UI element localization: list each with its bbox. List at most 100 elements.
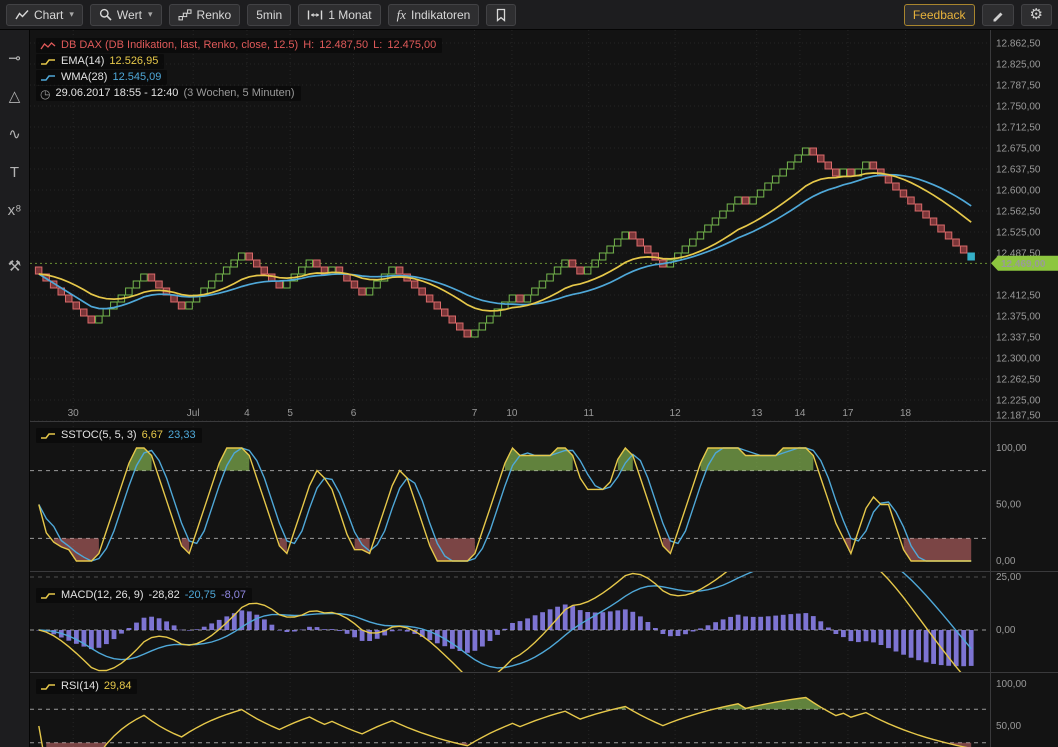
top-toolbar: Chart ▾ Wert ▾ Renko 5min (0, 0, 1058, 30)
svg-text:30: 30 (68, 408, 80, 419)
sstoc-value-2: 23,33 (168, 428, 196, 443)
svg-text:0,00: 0,00 (996, 556, 1016, 567)
settings-button[interactable]: ⚙ (1021, 4, 1052, 26)
macd-value-3: -8,07 (221, 588, 246, 603)
macd-value-1: -28,82 (149, 588, 180, 603)
svg-text:12.825,00: 12.825,00 (996, 59, 1041, 70)
rsi-label: RSI(14) (61, 679, 99, 694)
chart-canvas[interactable]: 12.862,50 12.825,00 12.787,50 12.750,00 12.7… (30, 30, 1058, 747)
low-label: L: (373, 38, 382, 53)
svg-text:12.337,50: 12.337,50 (996, 332, 1041, 343)
wma-icon (40, 73, 56, 83)
feedback-label: Feedback (913, 8, 966, 22)
range-label: 1 Monat (328, 8, 371, 22)
shapes-tool-icon[interactable]: △ (3, 84, 27, 108)
svg-text:12.675,00: 12.675,00 (996, 143, 1041, 154)
svg-text:12.375,00: 12.375,00 (996, 311, 1041, 322)
svg-text:10: 10 (506, 408, 518, 419)
series-title: DB DAX (DB Indikation, last, Renko, clos… (61, 38, 298, 53)
chart-type-button[interactable]: Renko (169, 4, 241, 26)
range-button[interactable]: 1 Monat (298, 4, 380, 26)
timeframe-row: ◷ 29.06.2017 18:55 - 12:40 (3 Wochen, 5 … (36, 86, 301, 101)
clock-icon: ◷ (40, 88, 50, 100)
rsi-legend-row[interactable]: RSI(14) 29,84 (36, 679, 137, 694)
trading-app-window: Chart ▾ Wert ▾ Renko 5min (0, 0, 1058, 747)
chevron-down-icon: ▾ (69, 9, 74, 20)
rsi-icon (40, 682, 56, 692)
ema-icon (40, 57, 56, 67)
drawing-tools-sidebar: ⊸ △ ∿ T x⁸ ⚒ (0, 30, 30, 747)
trendline-tool-icon[interactable]: ⊸ (3, 46, 27, 70)
svg-text:12.637,50: 12.637,50 (996, 164, 1041, 175)
sstoc-legend: SSTOC(5, 5, 3) 6,67 23,33 (36, 428, 202, 444)
renko-bricks-icon (178, 9, 192, 21)
svg-text:12.469,00: 12.469,00 (1001, 259, 1046, 270)
svg-text:Jul: Jul (187, 408, 200, 419)
chart-menu-button[interactable]: Chart ▾ (6, 4, 83, 26)
svg-text:50,00: 50,00 (996, 721, 1021, 732)
pattern-tool-icon[interactable]: x⁸ (3, 198, 27, 222)
macd-icon (40, 591, 56, 601)
wma-value: 12.545,09 (112, 70, 161, 85)
chart-line-icon (15, 9, 29, 21)
time-range-icon (307, 9, 323, 21)
svg-text:12.300,00: 12.300,00 (996, 353, 1041, 364)
svg-text:12.187,50: 12.187,50 (996, 411, 1041, 422)
low-value: 12.475,00 (387, 38, 436, 53)
search-icon (99, 8, 112, 21)
interval-button[interactable]: 5min (247, 4, 291, 26)
svg-text:12.525,00: 12.525,00 (996, 227, 1041, 238)
svg-text:12.750,00: 12.750,00 (996, 101, 1041, 112)
wma-label: WMA(28) (61, 70, 107, 85)
symbol-search-button[interactable]: Wert ▾ (90, 4, 162, 26)
feedback-button[interactable]: Feedback (904, 4, 975, 26)
series-icon (40, 41, 56, 51)
timeframe-note: (3 Wochen, 5 Minuten) (183, 86, 294, 101)
ema-label: EMA(14) (61, 54, 104, 69)
svg-text:0,00: 0,00 (996, 625, 1016, 636)
timeframe-value: 29.06.2017 18:55 - 12:40 (55, 86, 178, 101)
pen-icon (991, 8, 1005, 22)
sstoc-icon (40, 431, 56, 441)
high-value: 12.487,50 (319, 38, 368, 53)
svg-text:4: 4 (244, 408, 250, 419)
fx-icon: fx (397, 7, 406, 23)
draw-style-button[interactable] (982, 4, 1014, 26)
series-legend-row[interactable]: DB DAX (DB Indikation, last, Renko, clos… (36, 38, 442, 53)
sstoc-label: SSTOC(5, 5, 3) (61, 428, 137, 443)
high-label: H: (303, 38, 314, 53)
macd-legend: MACD(12, 26, 9) -28,82 -20,75 -8,07 (36, 588, 252, 604)
rsi-value-1: 29,84 (104, 679, 132, 694)
sstoc-legend-row[interactable]: SSTOC(5, 5, 3) 6,67 23,33 (36, 428, 202, 443)
rsi-legend: RSI(14) 29,84 (36, 679, 137, 695)
tools-settings-icon[interactable]: ⚒ (3, 254, 27, 278)
svg-text:100,00: 100,00 (996, 443, 1027, 454)
ema-legend-row[interactable]: EMA(14) 12.526,95 (36, 54, 164, 69)
svg-text:25,00: 25,00 (996, 572, 1021, 583)
bookmark-icon (495, 8, 507, 22)
svg-text:12.600,00: 12.600,00 (996, 185, 1041, 196)
freehand-tool-icon[interactable]: ∿ (3, 122, 27, 146)
macd-label: MACD(12, 26, 9) (61, 588, 144, 603)
wma-legend-row[interactable]: WMA(28) 12.545,09 (36, 70, 167, 85)
text-tool-icon[interactable]: T (3, 160, 27, 184)
bookmark-button[interactable] (486, 4, 516, 26)
gear-icon: ⚙ (1030, 7, 1043, 22)
svg-text:12.562,50: 12.562,50 (996, 206, 1041, 217)
svg-text:13: 13 (751, 408, 763, 419)
svg-text:12.862,50: 12.862,50 (996, 38, 1041, 49)
chart-menu-label: Chart (34, 8, 63, 22)
macd-legend-row[interactable]: MACD(12, 26, 9) -28,82 -20,75 -8,07 (36, 588, 252, 603)
chart-type-label: Renko (197, 8, 232, 22)
svg-text:12.712,50: 12.712,50 (996, 122, 1041, 133)
chart-region: 12.862,50 12.825,00 12.787,50 12.750,00 12.7… (30, 30, 1058, 747)
svg-text:12.225,00: 12.225,00 (996, 395, 1041, 406)
main-chart-legend: DB DAX (DB Indikation, last, Renko, clos… (36, 38, 442, 102)
indicators-button[interactable]: fx Indikatoren (388, 4, 480, 26)
svg-text:12.787,50: 12.787,50 (996, 80, 1041, 91)
svg-text:12.262,50: 12.262,50 (996, 374, 1041, 385)
chevron-down-icon: ▾ (148, 9, 153, 20)
svg-text:7: 7 (472, 408, 478, 419)
interval-label: 5min (256, 8, 282, 22)
svg-text:6: 6 (351, 408, 357, 419)
